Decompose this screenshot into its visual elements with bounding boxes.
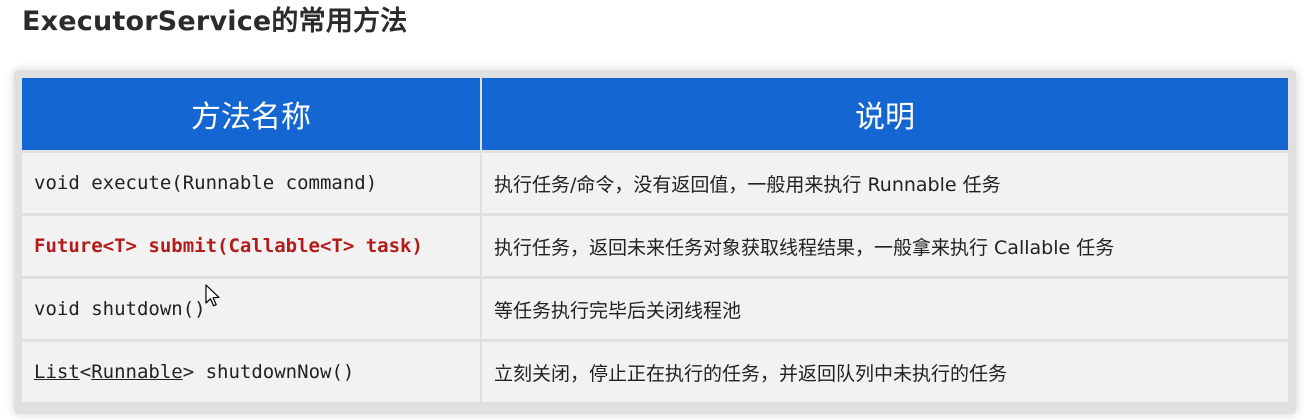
type-link-list[interactable]: List bbox=[34, 361, 80, 383]
table-row: List<Runnable> shutdownNow() 立刻关闭，停止正在执行… bbox=[22, 342, 1288, 402]
table-row: Future<T> submit(Callable<T> task) 执行任务，… bbox=[22, 216, 1288, 279]
description-cell: 执行任务/命令，没有返回值，一般用来执行 Runnable 任务 bbox=[482, 153, 1288, 216]
table-row: void execute(Runnable command) 执行任务/命令，没… bbox=[22, 153, 1288, 216]
method-cell-highlighted: Future<T> submit(Callable<T> task) bbox=[22, 216, 482, 279]
method-cell: List<Runnable> shutdownNow() bbox=[22, 342, 482, 402]
method-cell: void shutdown() bbox=[22, 279, 482, 342]
mouse-pointer-icon bbox=[205, 284, 220, 307]
description-cell: 等任务执行完毕后关闭线程池 bbox=[482, 279, 1288, 342]
page-title: ExecutorService的常用方法 bbox=[22, 6, 408, 37]
type-link-runnable[interactable]: Runnable bbox=[91, 361, 183, 383]
method-text-part: < bbox=[79, 361, 92, 383]
method-text-part: > shutdownNow() bbox=[182, 361, 355, 383]
description-cell: 执行任务，返回未来任务对象获取线程结果，一般拿来执行 Callable 任务 bbox=[482, 216, 1288, 279]
column-header-method-name: 方法名称 bbox=[22, 78, 482, 153]
table-header-row: 方法名称 说明 bbox=[22, 78, 1288, 153]
column-header-description: 说明 bbox=[482, 78, 1288, 153]
description-cell: 立刻关闭，停止正在执行的任务，并返回队列中未执行的任务 bbox=[482, 342, 1288, 402]
method-cell: void execute(Runnable command) bbox=[22, 153, 482, 216]
methods-table: 方法名称 说明 void execute(Runnable command) 执… bbox=[22, 78, 1288, 402]
